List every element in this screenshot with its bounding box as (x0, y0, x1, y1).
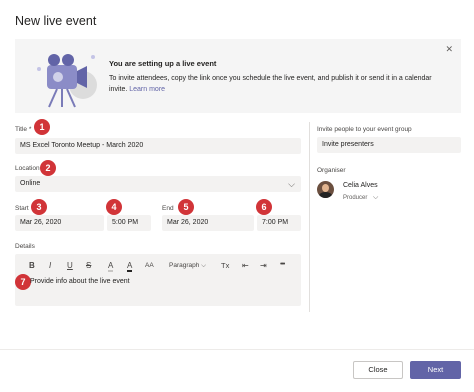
bold-button[interactable]: B (29, 261, 35, 270)
avatar (317, 181, 334, 198)
step-marker-6: 6 (256, 199, 272, 215)
location-value: Online (20, 180, 41, 187)
dialog-title: New live event (15, 14, 97, 28)
details-editor[interactable]: B I U S A A AA Paragraph ⌵ Tx ⇤ ⇥ ••• 7 … (15, 254, 301, 306)
step-marker-5: 5 (178, 199, 194, 215)
next-button[interactable]: Next (410, 361, 461, 379)
required-asterisk: * (28, 126, 32, 133)
banner-body: To invite attendees, copy the link once … (109, 73, 439, 95)
end-date-input[interactable]: Mar 26, 2020 (162, 215, 254, 231)
step-marker-4: 4 (106, 199, 122, 215)
avatar-body (319, 192, 332, 198)
organiser-role: Producer (343, 195, 368, 201)
title-label-text: Title (15, 126, 28, 133)
banner-heading: You are setting up a live event (109, 59, 217, 68)
end-label: End (162, 205, 174, 212)
location-select[interactable]: Online ⌵ (15, 176, 301, 192)
font-color-button[interactable]: A (127, 261, 133, 272)
chevron-down-icon: ⌵ (373, 194, 379, 201)
invite-label: Invite people to your event group (317, 126, 412, 133)
more-options-icon[interactable]: ••• (280, 261, 285, 268)
underline-button[interactable]: U (67, 261, 73, 270)
step-marker-7: 7 (15, 274, 31, 290)
step-marker-1: 1 (34, 119, 50, 135)
organiser-name: Celia Alves (343, 182, 378, 189)
start-label: Start (15, 205, 29, 212)
start-date-input[interactable]: Mar 26, 2020 (15, 215, 104, 231)
invite-presenters-input[interactable]: Invite presenters (317, 137, 461, 153)
close-icon[interactable]: ✕ (445, 44, 453, 55)
step-marker-3: 3 (31, 199, 47, 215)
details-placeholder: Provide info about the live event (30, 278, 130, 285)
column-divider (309, 122, 310, 312)
end-time-input[interactable]: 7:00 PM (257, 215, 301, 231)
decrease-indent-icon[interactable]: ⇤ (242, 261, 249, 270)
italic-button[interactable]: I (49, 261, 51, 270)
paragraph-dropdown[interactable]: Paragraph ⌵ (169, 262, 206, 270)
chevron-down-icon: ⌵ (201, 262, 207, 269)
strikethrough-button[interactable]: S (86, 261, 91, 270)
details-label: Details (15, 243, 35, 250)
footer-divider (0, 349, 474, 350)
clear-formatting-button[interactable]: Tx (221, 261, 229, 270)
location-label: Location (15, 165, 40, 172)
info-banner: You are setting up a live event To invit… (15, 39, 461, 113)
step-marker-2: 2 (40, 160, 56, 176)
live-event-camera-illustration (25, 45, 105, 109)
learn-more-link[interactable]: Learn more (129, 86, 165, 93)
title-label: Title * (15, 126, 31, 133)
start-time-input[interactable]: 5:00 PM (107, 215, 151, 231)
paragraph-label: Paragraph (169, 262, 200, 269)
increase-indent-icon[interactable]: ⇥ (260, 261, 267, 270)
highlight-button[interactable]: A (108, 261, 114, 272)
organiser-label: Organiser (317, 167, 346, 174)
title-input[interactable]: MS Excel Toronto Meetup - March 2020 (15, 138, 301, 154)
avatar-face (322, 184, 329, 192)
chevron-down-icon: ⌵ (288, 179, 295, 189)
organiser-role-dropdown[interactable]: Producer ⌵ (343, 194, 378, 202)
close-button[interactable]: Close (353, 361, 403, 379)
font-size-button[interactable]: AA (145, 262, 154, 269)
